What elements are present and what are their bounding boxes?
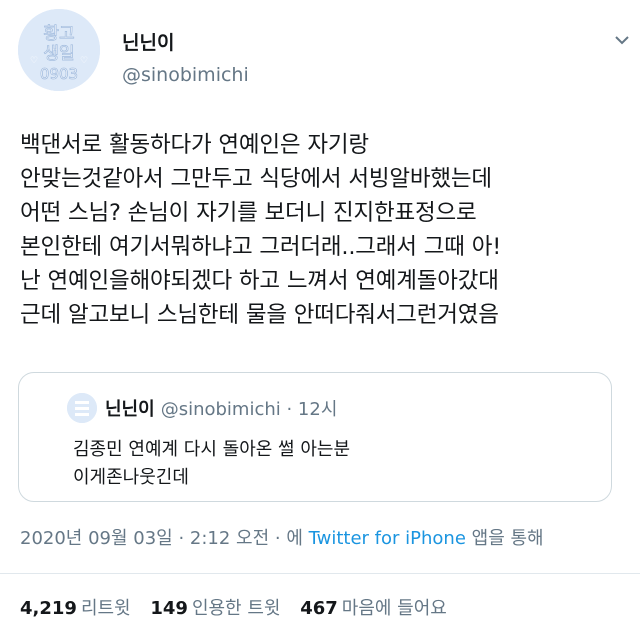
tweet-metadata: 2020년 09월 03일 · 2:12 오전 · 에 Twitter for … (20, 524, 544, 550)
tweet-source-suffix: 앱을 통해 (465, 528, 544, 549)
quoted-tweet-line: 이게존나웃긴데 (73, 467, 189, 488)
avatar-logo-icon: 황고 생일 0903 ♡ ♡ (18, 9, 100, 91)
tweet-timestamp[interactable]: 2020년 09월 03일 · 2:12 오전 · 에 (20, 528, 309, 549)
avatar-heart-right-icon: ♡ (80, 56, 88, 66)
quoted-author-name: 닌닌이 (105, 399, 155, 420)
author-avatar[interactable]: 황고 생일 0903 ♡ ♡ (18, 9, 100, 91)
quoted-author-handle-time: @sinobimichi · 12시 (160, 399, 338, 420)
tweet-line: 근데 알고보니 스님한테 물을 안떠다줘서그런거였음 (20, 302, 499, 328)
retweet-count[interactable]: 4,219 리트윗 (20, 598, 131, 619)
like-count-value: 467 (300, 598, 338, 619)
avatar-text-3: 0903 (40, 65, 78, 83)
retweet-count-label: 리트윗 (80, 598, 131, 619)
quote-count-value: 149 (150, 598, 188, 619)
avatar-heart-left-icon: ♡ (30, 56, 38, 66)
retweet-count-value: 4,219 (20, 598, 77, 619)
tweet-line: 난 연예인을해야되겠다 하고 느껴서 연예계돌아갔대 (20, 268, 499, 294)
quoted-tweet-card[interactable]: 닌닌이 @sinobimichi · 12시 김종민 연예계 다시 돌아온 썰 아… (18, 372, 612, 502)
tweet-text: 백댄서로 활동하다가 연예인은 자기랑 안맞는것같아서 그만두고 식당에서 서빙… (20, 128, 632, 332)
quoted-avatar-logo-icon (67, 393, 97, 423)
quoted-tweet-text: 김종민 연예계 다시 돌아온 썰 아는분 이게존나웃긴데 (73, 436, 350, 492)
quoted-tweet-line: 김종민 연예계 다시 돌아온 썰 아는분 (73, 439, 351, 460)
tweet-stats: 4,219 리트윗 149 인용한 트윗 467 마음에 들어요 (20, 594, 461, 620)
quote-tweet-count[interactable]: 149 인용한 트윗 (150, 598, 280, 619)
tweet-line: 어떤 스님? 손님이 자기를 보더니 진지한표정으로 (20, 200, 477, 226)
avatar-text-2: 생일 (43, 44, 74, 64)
like-count[interactable]: 467 마음에 들어요 (300, 598, 447, 619)
author-display-name[interactable]: 닌닌이 (122, 28, 174, 55)
tweet-source-link[interactable]: Twitter for iPhone (309, 528, 466, 549)
chevron-down-icon[interactable] (612, 30, 632, 50)
avatar-text-1: 황고 (43, 24, 74, 44)
quoted-tweet-header: 닌닌이 @sinobimichi · 12시 (105, 395, 337, 421)
divider (0, 573, 640, 574)
tweet-line: 백댄서로 활동하다가 연예인은 자기랑 (20, 132, 369, 158)
like-count-label: 마음에 들어요 (341, 598, 447, 619)
tweet-line: 본인한테 여기서뭐하냐고 그러더래..그래서 그때 아! (20, 234, 502, 260)
quote-count-label: 인용한 트윗 (191, 598, 281, 619)
quoted-author-avatar (67, 393, 97, 423)
author-handle[interactable]: @sinobimichi (122, 64, 249, 86)
tweet-line: 안맞는것같아서 그만두고 식당에서 서빙알바했는데 (20, 166, 492, 192)
